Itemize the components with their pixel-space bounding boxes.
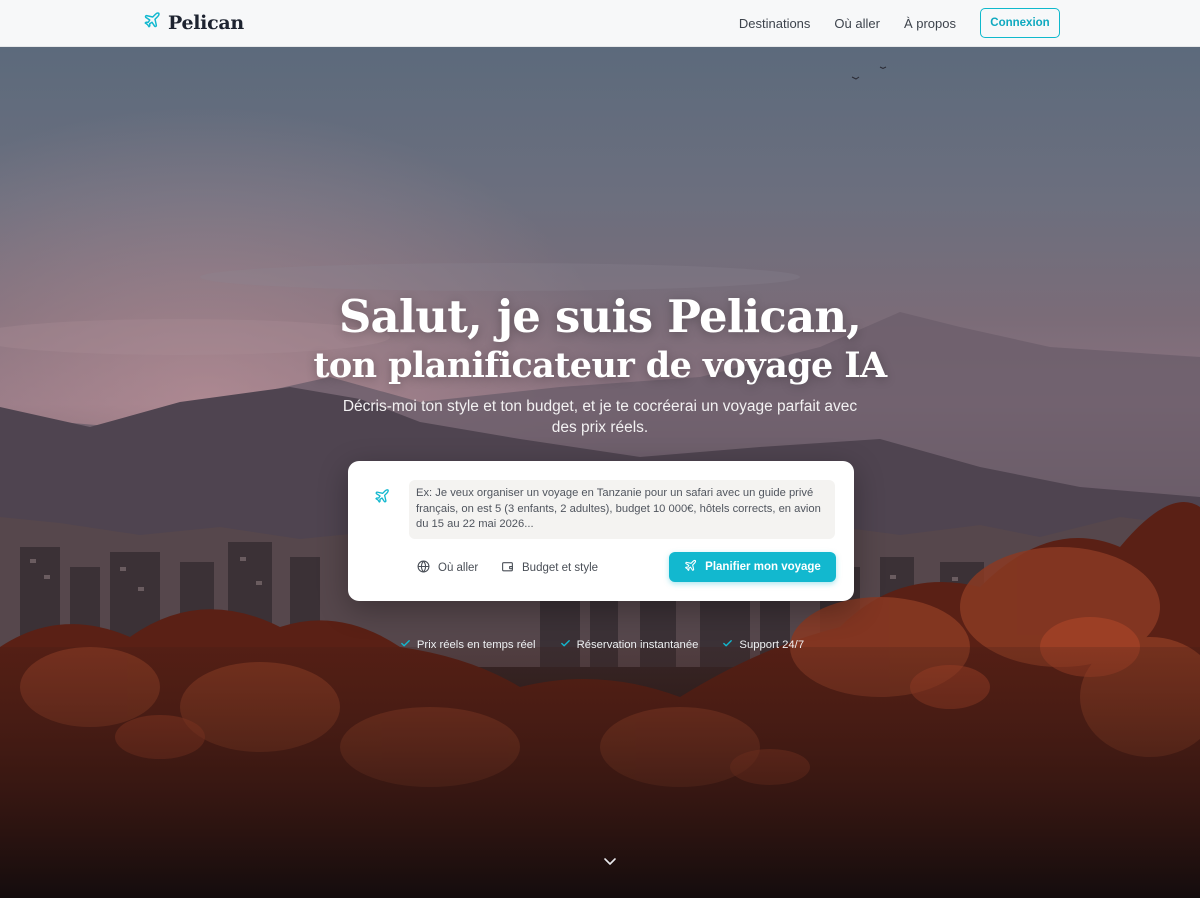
nav-destinations[interactable]: Destinations [739,16,811,31]
trip-planner-card: Ex: Je veux organiser un voyage en Tanza… [348,461,854,601]
trip-prompt-input[interactable]: Ex: Je veux organiser un voyage en Tanza… [409,480,835,539]
feature-label: Prix réels en temps réel [416,639,536,651]
plane-icon [684,559,697,575]
hero-title-line1: Salut, je suis Pelican, [338,290,862,343]
nav-ou-aller[interactable]: Où aller [834,16,880,31]
main-nav: Destinations Où aller À propos Connexion [739,0,1060,46]
feature-label: Support 24/7 [739,639,805,651]
chevron-down-icon[interactable] [602,855,618,867]
feature-item: Réservation instantanée [560,638,699,652]
feature-item: Support 24/7 [722,638,804,652]
globe-icon [417,560,430,576]
plane-icon [374,488,390,504]
where-to-go-button[interactable]: Où aller [417,560,478,576]
check-icon [722,638,733,652]
hero-headline: Salut, je suis Pelican, ton planificateu… [0,290,1200,388]
brand-logo[interactable]: Pelican [143,11,244,34]
login-button[interactable]: Connexion [980,8,1060,38]
plan-trip-label: Planifier mon voyage [705,561,821,573]
check-icon [560,638,571,652]
budget-style-label: Budget et style [522,562,599,574]
feature-label: Réservation instantanée [576,639,699,651]
plan-trip-button[interactable]: Planifier mon voyage [669,552,836,582]
hero-title-line2: ton planificateur de voyage IA [313,345,887,386]
hero-subtitle: Décris-moi ton style et ton budget, et j… [342,398,858,436]
plane-icon [143,11,161,34]
top-navigation-bar: Pelican Destinations Où aller À propos C… [0,0,1200,47]
check-icon [400,638,411,652]
wallet-icon [501,560,514,576]
budget-style-button[interactable]: Budget et style [501,560,598,576]
brand-name: Pelican [168,11,244,34]
nav-a-propos[interactable]: À propos [904,16,956,31]
where-to-go-label: Où aller [438,562,479,574]
feature-list: Prix réels en temps réel Réservation ins… [0,638,1200,652]
feature-item: Prix réels en temps réel [400,638,536,652]
